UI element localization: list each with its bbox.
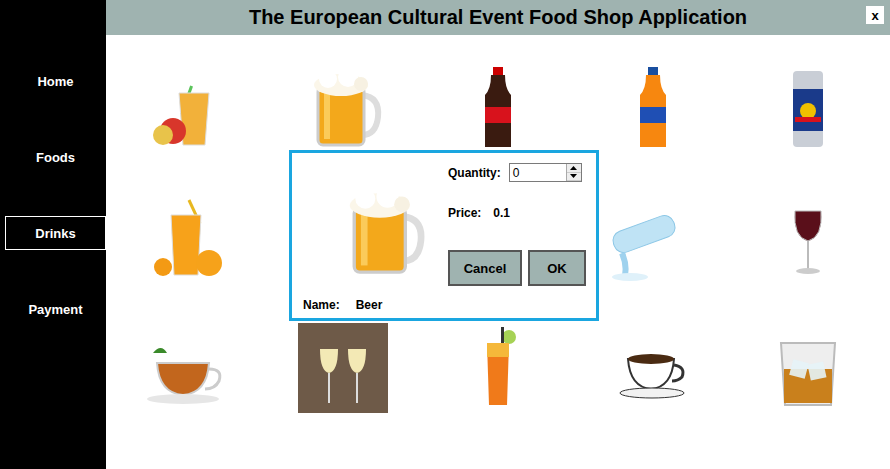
sidebar-item[interactable]: Foods	[5, 140, 106, 174]
drink-picture-icon[interactable]	[608, 323, 698, 417]
quantity-label: Quantity:	[448, 166, 501, 180]
drink-item[interactable]	[731, 175, 886, 305]
drink-item[interactable]	[110, 45, 265, 175]
drink-dialog: Name: Beer Quantity: 0 Price: 0.1 CancelOK	[289, 150, 599, 321]
title-bar: The European Cultural Event Food Shop Ap…	[106, 0, 890, 35]
beer-icon	[312, 163, 432, 298]
drink-picture-icon[interactable]	[298, 63, 388, 157]
drink-item[interactable]	[110, 305, 265, 435]
drink-item[interactable]	[420, 305, 575, 435]
name-value: Beer	[356, 298, 383, 312]
quantity-row: Quantity: 0	[448, 163, 586, 182]
sidebar: Home Foods Drinks Payment	[0, 0, 106, 469]
drink-item[interactable]	[576, 305, 731, 435]
spin-arrows[interactable]	[566, 164, 581, 181]
drink-picture-icon[interactable]	[608, 63, 698, 157]
drink-picture-icon[interactable]	[143, 323, 233, 417]
name-row: Name: Beer	[303, 298, 382, 312]
dialog-left: Name: Beer	[303, 163, 440, 312]
sidebar-item[interactable]: Home	[5, 64, 106, 98]
drink-picture-icon[interactable]	[763, 323, 853, 417]
sidebar-item[interactable]: Payment	[5, 292, 106, 326]
name-label: Name:	[303, 298, 340, 312]
price-value: 0.1	[493, 206, 510, 220]
up-arrow-icon[interactable]	[567, 164, 581, 173]
sidebar-item-label[interactable]: Drinks	[35, 226, 75, 241]
drink-picture-icon[interactable]	[608, 193, 698, 287]
drink-picture-icon[interactable]	[763, 193, 853, 287]
sidebar-item-label[interactable]: Foods	[36, 150, 75, 165]
down-arrow-icon[interactable]	[567, 173, 581, 182]
sidebar-item-label[interactable]: Home	[37, 74, 73, 89]
drink-item[interactable]	[731, 45, 886, 175]
drink-item[interactable]	[265, 305, 420, 435]
drink-item[interactable]	[731, 305, 886, 435]
price-label: Price:	[448, 206, 481, 220]
cancel-button[interactable]: Cancel	[448, 250, 522, 286]
price-row: Price: 0.1	[448, 206, 586, 220]
sidebar-item-label[interactable]: Payment	[28, 302, 82, 317]
sidebar-item[interactable]: Drinks	[5, 216, 106, 250]
window-title: The European Cultural Event Food Shop Ap…	[249, 6, 747, 29]
dialog-right: Quantity: 0 Price: 0.1 CancelOK	[440, 163, 586, 312]
quantity-spinbox[interactable]: 0	[509, 163, 582, 182]
ok-button[interactable]: OK	[528, 250, 586, 286]
drink-item[interactable]	[110, 175, 265, 305]
drink-picture-icon[interactable]	[298, 323, 388, 417]
drink-picture-icon[interactable]	[143, 193, 233, 287]
dialog-buttons: CancelOK	[448, 250, 586, 286]
drink-picture-icon[interactable]	[763, 63, 853, 157]
drink-picture-icon[interactable]	[453, 323, 543, 417]
drink-picture-icon[interactable]	[453, 63, 543, 157]
close-button[interactable]: x	[866, 6, 884, 24]
drink-picture-icon[interactable]	[143, 63, 233, 157]
quantity-value[interactable]: 0	[510, 164, 566, 181]
